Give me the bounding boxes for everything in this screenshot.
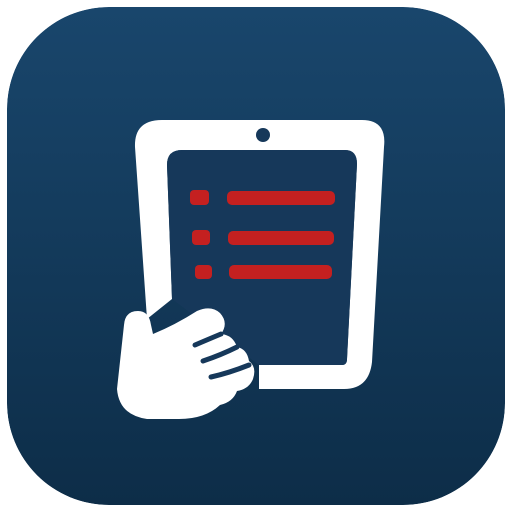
app-icon-artwork [7,7,505,505]
list-line-3 [229,265,332,279]
app-icon[interactable] [7,7,505,505]
list-bullet-3 [195,265,212,279]
list-bullet-1 [190,190,209,205]
list-bullet-2 [192,230,210,245]
list-line-2 [228,231,334,245]
list-line-1 [227,191,335,205]
camera-dot [256,128,270,142]
